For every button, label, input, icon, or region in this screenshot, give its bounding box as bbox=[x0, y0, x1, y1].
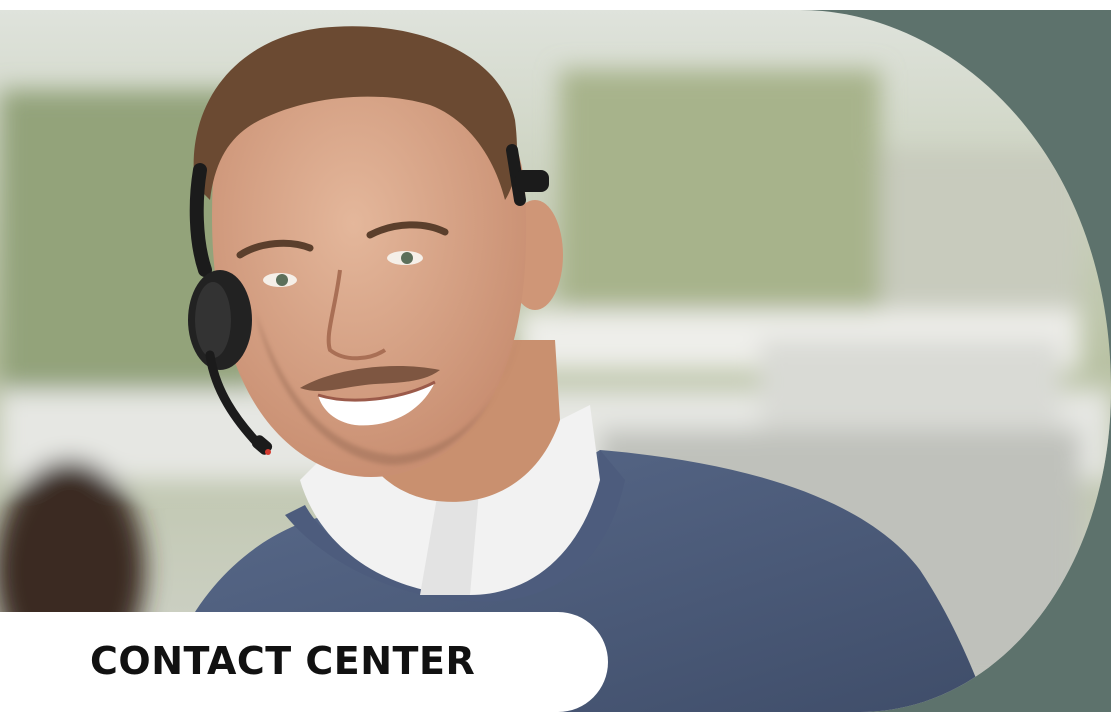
hero-photo bbox=[0, 10, 1111, 712]
category-label-pill: CONTACT CENTER bbox=[0, 612, 608, 712]
contact-center-banner: CONTACT CENTER bbox=[0, 0, 1111, 712]
top-border bbox=[0, 0, 1111, 10]
photo-illustration bbox=[0, 10, 1111, 712]
category-label: CONTACT CENTER bbox=[90, 639, 476, 683]
